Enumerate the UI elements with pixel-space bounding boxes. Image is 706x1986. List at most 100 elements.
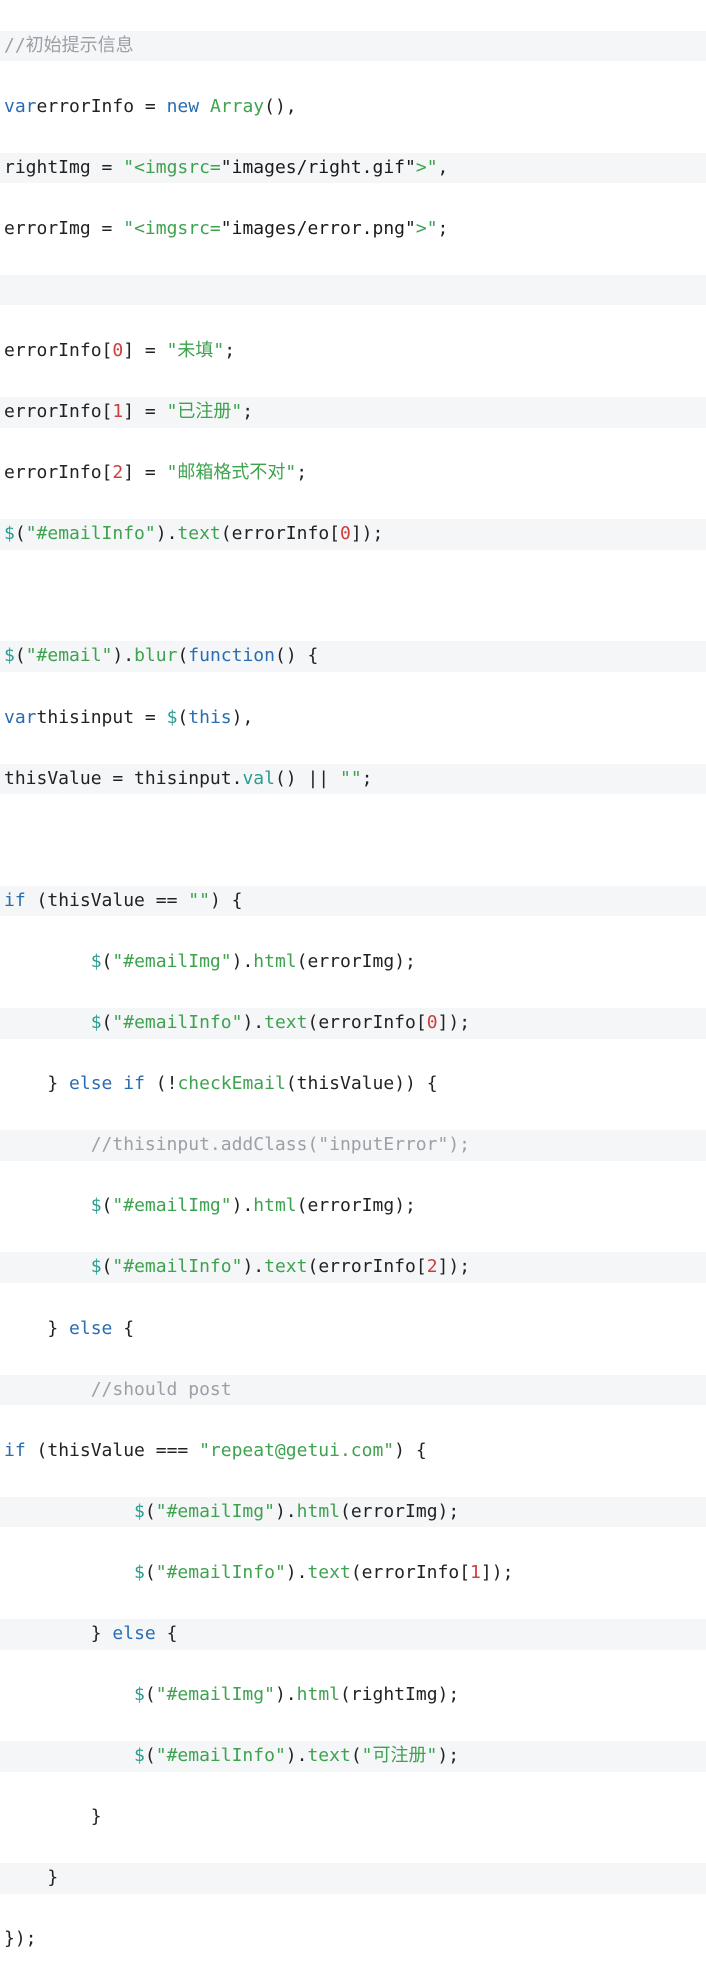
keyword: else (69, 1073, 112, 1094)
code-line: } else { (0, 1619, 706, 1650)
code-line: } (0, 1863, 706, 1894)
punct: ( (145, 1684, 156, 1705)
punct: ; (224, 340, 235, 361)
punct: } (47, 1318, 69, 1339)
comment-text: //should post (91, 1379, 232, 1400)
op: = thisinput. (102, 768, 243, 789)
op: = (134, 96, 167, 117)
punct: } (91, 1623, 113, 1644)
keyword: else (112, 1623, 155, 1644)
identifier: errorInfo (4, 340, 102, 361)
punct: } (91, 1806, 102, 1827)
number: 2 (427, 1256, 438, 1277)
jquery-dollar: $ (91, 1195, 102, 1216)
punct: ] (123, 462, 134, 483)
number: 0 (427, 1012, 438, 1033)
string: "" (340, 768, 362, 789)
punct: ). (112, 645, 134, 666)
string: > (416, 157, 427, 178)
code-line: if (thisValue === "repeat@getui.com") { (0, 1436, 706, 1467)
code-line: errorInfo[1] = "已注册"; (0, 397, 706, 428)
jquery-dollar: $ (91, 1012, 102, 1033)
jquery-dollar: $ (134, 1501, 145, 1522)
keyword: var (4, 96, 37, 117)
method: text (307, 1745, 350, 1766)
punct: , (438, 157, 449, 178)
op: = (134, 401, 167, 422)
punct: ). (286, 1745, 308, 1766)
code-line: errorInfo[0] = "未填"; (0, 336, 706, 367)
method: blur (134, 645, 177, 666)
string-inner: images/right.gif (232, 157, 405, 178)
indent (4, 1501, 134, 1522)
punct: ). (286, 1562, 308, 1583)
string: <imgsrc= (134, 157, 221, 178)
op: = (134, 340, 167, 361)
punct: ( (145, 1562, 156, 1583)
keyword: new (167, 96, 200, 117)
punct: (thisValue)) { (286, 1073, 438, 1094)
string: "repeat@getui.com" (199, 1440, 394, 1461)
code-line-blank (0, 580, 706, 611)
code-line: thisValue = thisinput.val() || ""; (0, 764, 706, 795)
code-line: errorImg = "<imgsrc="images/error.png">"… (0, 214, 706, 245)
string: "#emailInfo" (26, 523, 156, 544)
code-line: errorInfo[2] = "邮箱格式不对"; (0, 458, 706, 489)
code-line: $("#emailInfo").text("可注册"); (0, 1741, 706, 1772)
punct: ; (296, 462, 307, 483)
punct: ( (102, 1195, 113, 1216)
method: html (297, 1501, 340, 1522)
identifier: errorInfo (4, 462, 102, 483)
punct: ( (15, 645, 26, 666)
punct: [ (102, 462, 113, 483)
number: 0 (112, 340, 123, 361)
code-line: } (0, 1802, 706, 1833)
method: html (253, 1195, 296, 1216)
punct: (), (264, 96, 297, 117)
code-line: } else { (0, 1314, 706, 1345)
op: = (91, 218, 124, 239)
method: html (253, 951, 296, 972)
string: "#emailInfo" (156, 1562, 286, 1583)
keyword: this (188, 707, 231, 728)
punct: ). (242, 1012, 264, 1033)
string: "未填" (167, 340, 225, 361)
string: "#emailImg" (112, 951, 231, 972)
punct: ) { (210, 890, 243, 911)
jquery-dollar: $ (91, 1256, 102, 1277)
indent (4, 1806, 91, 1827)
string: "#emailInfo" (112, 1256, 242, 1277)
keyword: if (123, 1073, 145, 1094)
punct: ] (123, 401, 134, 422)
punct: ( (177, 707, 188, 728)
keyword: function (188, 645, 275, 666)
punct: { (112, 1318, 134, 1339)
class-name: Array (210, 96, 264, 117)
code-line: varerrorInfo = new Array(), (0, 92, 706, 123)
punct: ( (145, 1745, 156, 1766)
number: 1 (470, 1562, 481, 1583)
jquery-dollar: $ (4, 523, 15, 544)
punct: (errorInfo[ (307, 1012, 426, 1033)
punct: ). (156, 523, 178, 544)
identifier: rightImg (4, 157, 91, 178)
punct: ]); (481, 1562, 514, 1583)
method: val (242, 768, 275, 789)
indent (4, 1562, 134, 1583)
indent (4, 1134, 91, 1155)
punct: ) { (394, 1440, 427, 1461)
code-block: //初始提示信息 varerrorInfo = new Array(), rig… (0, 0, 706, 1986)
punct: (! (145, 1073, 178, 1094)
punct: ; (362, 768, 373, 789)
string: " (427, 218, 438, 239)
space (199, 96, 210, 117)
code-line: //thisinput.addClass("inputError"); (0, 1130, 706, 1161)
punct: ( (102, 951, 113, 972)
string: "可注册" (362, 1745, 438, 1766)
keyword: var (4, 707, 37, 728)
punct: } (47, 1867, 58, 1888)
code-line: $("#emailImg").html(errorImg); (0, 947, 706, 978)
code-line: varthisinput = $(this), (0, 703, 706, 734)
punct: [ (102, 401, 113, 422)
punct: (errorInfo[ (221, 523, 340, 544)
